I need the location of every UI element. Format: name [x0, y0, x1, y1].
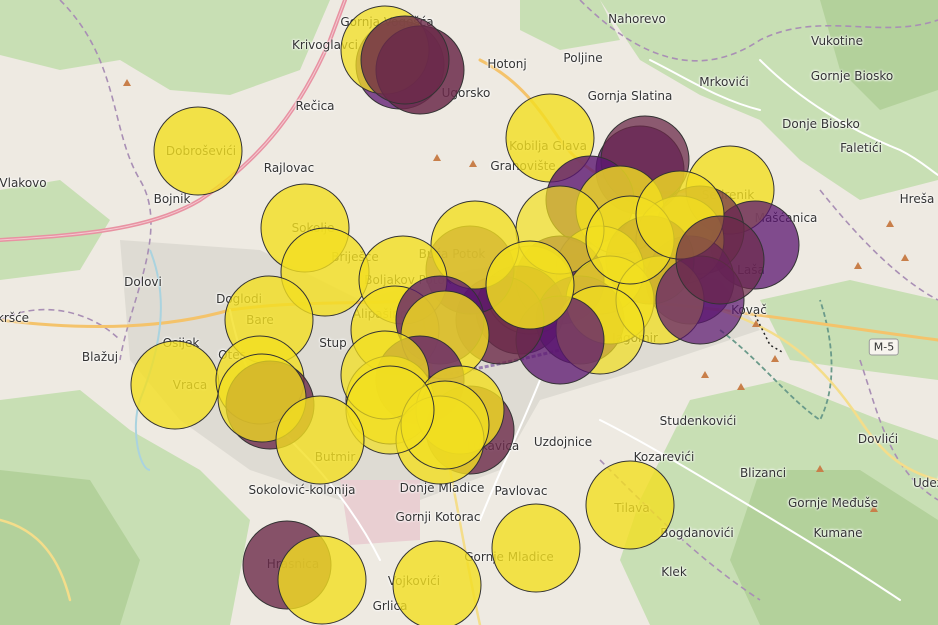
marker-overlay[interactable]: [0, 0, 938, 625]
circle-marker[interactable]: [392, 540, 482, 625]
circle-marker[interactable]: [675, 215, 765, 305]
circle-marker[interactable]: [585, 460, 675, 550]
circle-marker[interactable]: [277, 535, 367, 625]
circle-marker[interactable]: [153, 106, 243, 196]
circle-marker[interactable]: [275, 395, 365, 485]
map-view[interactable]: Gornja VogošćaNahorevoVukotineKrivoglavc…: [0, 0, 938, 625]
circle-marker[interactable]: [130, 340, 220, 430]
circle-marker[interactable]: [360, 15, 450, 105]
circle-marker[interactable]: [491, 503, 581, 593]
circle-marker[interactable]: [485, 240, 575, 330]
